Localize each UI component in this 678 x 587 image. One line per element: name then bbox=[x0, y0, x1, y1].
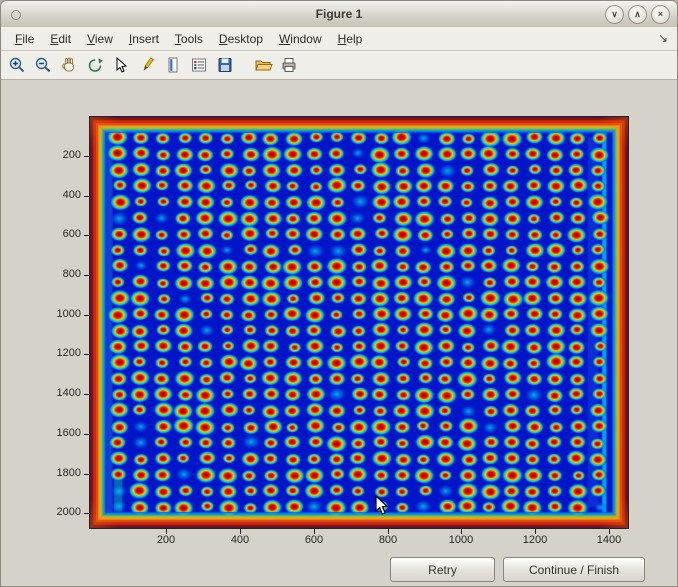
menu-insert-label: Insert bbox=[129, 32, 159, 46]
y-tick-label: 1800 bbox=[37, 467, 81, 480]
y-tick bbox=[84, 235, 89, 236]
x-tick-label: 800 bbox=[363, 534, 413, 546]
y-tick bbox=[84, 275, 89, 276]
y-tick-label: 1600 bbox=[37, 427, 81, 440]
maximize-button[interactable]: ∧ bbox=[628, 5, 647, 24]
y-tick-label: 200 bbox=[37, 149, 81, 162]
window-controls: ∨ ∧ × bbox=[605, 5, 670, 24]
window-title: Figure 1 bbox=[1, 7, 677, 21]
menu-view[interactable]: View bbox=[79, 29, 121, 49]
x-tick-label: 600 bbox=[289, 534, 339, 546]
close-button[interactable]: × bbox=[651, 5, 670, 24]
insert-legend-button[interactable] bbox=[187, 53, 211, 77]
open-button[interactable] bbox=[251, 53, 275, 77]
y-tick-label: 1000 bbox=[37, 308, 81, 321]
menu-tools-label: Tools bbox=[175, 32, 203, 46]
print-button[interactable] bbox=[277, 53, 301, 77]
y-tick-label: 400 bbox=[37, 189, 81, 202]
y-tick bbox=[84, 513, 89, 514]
insert-legend-icon bbox=[189, 55, 209, 75]
y-tick-label: 1200 bbox=[37, 347, 81, 360]
plot-area bbox=[89, 116, 629, 529]
retry-button[interactable]: Retry bbox=[390, 557, 495, 582]
close-icon: × bbox=[658, 10, 663, 19]
menu-desktop[interactable]: Desktop bbox=[211, 29, 271, 49]
zoom-in-icon bbox=[7, 55, 27, 75]
rotate-3d-button[interactable] bbox=[83, 53, 107, 77]
y-tick-label: 600 bbox=[37, 228, 81, 241]
menu-view-label: View bbox=[87, 32, 113, 46]
menu-edit[interactable]: Edit bbox=[42, 29, 79, 49]
zoom-out-icon bbox=[33, 55, 53, 75]
y-tick bbox=[84, 315, 89, 316]
menu-file[interactable]: File bbox=[7, 29, 42, 49]
zoom-in-button[interactable] bbox=[5, 53, 29, 77]
save-button[interactable] bbox=[213, 53, 237, 77]
titlebar[interactable]: Figure 1 ∨ ∧ × bbox=[1, 1, 677, 28]
x-tick-label: 400 bbox=[215, 534, 265, 546]
y-tick-label: 1400 bbox=[37, 387, 81, 400]
pan-button[interactable] bbox=[57, 53, 81, 77]
open-folder-icon bbox=[253, 55, 273, 75]
x-tick-label: 1200 bbox=[510, 534, 560, 546]
maximize-icon: ∧ bbox=[634, 10, 641, 19]
y-tick bbox=[84, 434, 89, 435]
data-cursor-button[interactable] bbox=[109, 53, 133, 77]
menu-window-label: Window bbox=[279, 32, 322, 46]
plot-canvas[interactable] bbox=[90, 117, 628, 528]
y-tick-label: 800 bbox=[37, 268, 81, 281]
y-tick bbox=[84, 474, 89, 475]
figure-toolbar bbox=[1, 51, 677, 80]
shade-button[interactable]: ∨ bbox=[605, 5, 624, 24]
menu-window[interactable]: Window bbox=[271, 29, 330, 49]
insert-colorbar-icon bbox=[163, 55, 183, 75]
figure-window: Figure 1 ∨ ∧ × File Edit View Insert Too… bbox=[0, 0, 678, 587]
menu-help[interactable]: Help bbox=[330, 29, 371, 49]
insert-colorbar-button[interactable] bbox=[161, 53, 185, 77]
data-cursor-icon bbox=[111, 55, 131, 75]
x-tick-label: 1000 bbox=[436, 534, 486, 546]
y-tick-label: 2000 bbox=[37, 506, 81, 519]
brush-icon bbox=[137, 55, 157, 75]
menu-file-label: File bbox=[15, 32, 34, 46]
pan-icon bbox=[59, 55, 79, 75]
x-tick-label: 200 bbox=[141, 534, 191, 546]
y-tick bbox=[84, 196, 89, 197]
y-tick bbox=[84, 354, 89, 355]
menu-insert[interactable]: Insert bbox=[121, 29, 167, 49]
save-icon bbox=[215, 55, 235, 75]
print-icon bbox=[279, 55, 299, 75]
x-tick-label: 1400 bbox=[584, 534, 634, 546]
menu-edit-label: Edit bbox=[50, 32, 71, 46]
brush-button[interactable] bbox=[135, 53, 159, 77]
y-tick bbox=[84, 394, 89, 395]
menubar: File Edit View Insert Tools Desktop Wind… bbox=[1, 27, 677, 51]
shade-icon: ∨ bbox=[611, 10, 618, 19]
menu-desktop-label: Desktop bbox=[219, 32, 263, 46]
continue-finish-button[interactable]: Continue / Finish bbox=[503, 557, 645, 582]
rotate-3d-icon bbox=[85, 55, 105, 75]
zoom-out-button[interactable] bbox=[31, 53, 55, 77]
y-tick bbox=[84, 156, 89, 157]
dock-figure-icon[interactable]: ↘ bbox=[658, 31, 668, 45]
menu-help-label: Help bbox=[338, 32, 363, 46]
menu-tools[interactable]: Tools bbox=[167, 29, 211, 49]
